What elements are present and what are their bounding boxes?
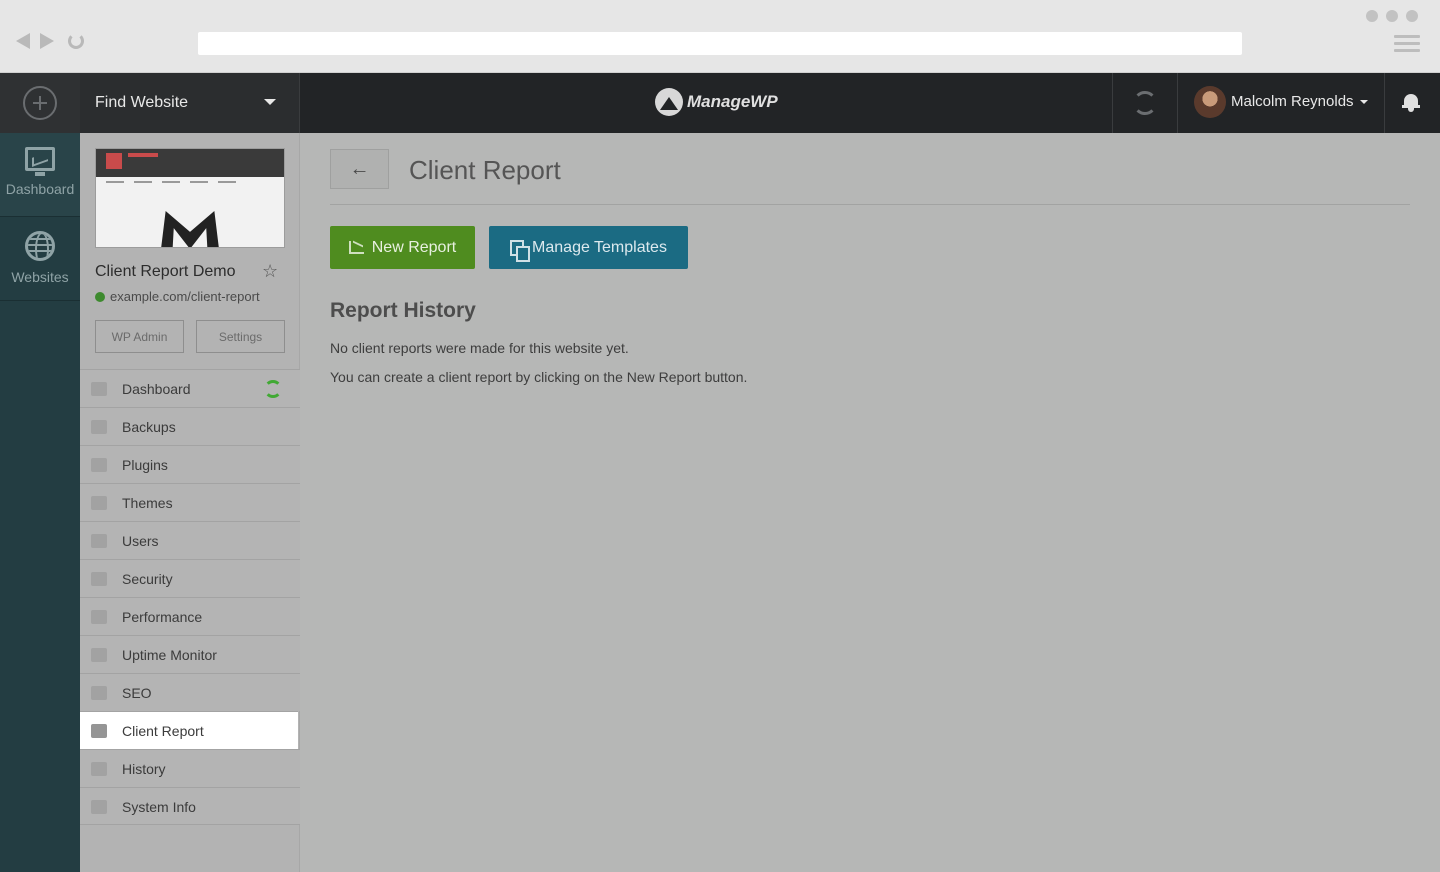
page-title: Client Report	[409, 155, 561, 185]
new-report-button[interactable]: New Report	[330, 226, 475, 269]
site-menu-item-users[interactable]: Users	[80, 521, 300, 559]
gauge-icon	[91, 610, 107, 624]
back-button[interactable]: ←	[330, 149, 389, 189]
rail-item-label: Websites	[11, 269, 69, 285]
dashboard-monitor-icon	[25, 147, 55, 176]
caret-down-icon	[1360, 100, 1368, 104]
user-icon	[91, 534, 107, 548]
menu-item-label: Plugins	[122, 457, 168, 473]
user-menu[interactable]: Malcolm Reynolds	[1178, 73, 1385, 133]
browser-nav	[16, 33, 84, 49]
backup-icon	[91, 420, 107, 434]
server-icon	[91, 800, 107, 814]
arrow-up-icon	[91, 648, 107, 662]
site-title: Client Report Demo	[95, 263, 236, 280]
menu-item-label: SEO	[122, 685, 152, 701]
site-menu-item-performance[interactable]: Performance	[80, 597, 300, 635]
brand-logo[interactable]: ManageWP	[655, 88, 778, 116]
menu-item-label: Uptime Monitor	[122, 647, 217, 663]
avatar	[1194, 86, 1226, 118]
new-report-label: New Report	[371, 238, 457, 256]
settings-button[interactable]: Settings	[196, 320, 285, 353]
caret-down-icon	[264, 99, 276, 105]
chart-icon	[91, 724, 107, 738]
left-rail: Dashboard Websites	[0, 133, 80, 872]
menu-item-label: Dashboard	[122, 381, 191, 397]
globe-icon	[25, 231, 55, 261]
site-menu-item-uptime-monitor[interactable]: Uptime Monitor	[80, 635, 300, 673]
brand-name: ManageWP	[687, 92, 778, 111]
top-bar: Find Website ManageWP Malcolm Reynolds	[0, 73, 1440, 133]
add-website-button[interactable]	[0, 73, 80, 133]
menu-item-label: Security	[122, 571, 173, 587]
menu-item-label: Themes	[122, 495, 173, 511]
refresh-icon[interactable]	[264, 380, 282, 398]
window-dots-icon	[1366, 10, 1418, 22]
shield-icon	[91, 572, 107, 586]
menu-item-label: Performance	[122, 609, 203, 625]
site-menu-item-system-info[interactable]: System Info	[80, 787, 300, 825]
megaphone-icon	[91, 686, 107, 700]
find-website-dropdown[interactable]: Find Website	[80, 73, 300, 133]
menu-item-label: System Info	[122, 799, 196, 815]
status-online-icon	[95, 291, 105, 302]
site-menu-item-security[interactable]: Security	[80, 559, 300, 597]
site-thumbnail[interactable]	[95, 148, 285, 248]
wp-admin-button[interactable]: WP Admin	[95, 320, 184, 353]
sync-button[interactable]	[1112, 73, 1178, 133]
managewp-logo-icon	[655, 88, 683, 116]
rail-item-websites[interactable]: Websites	[0, 217, 80, 301]
site-menu-item-plugins[interactable]: Plugins	[80, 445, 300, 483]
manage-templates-label: Manage Templates	[532, 238, 667, 256]
site-menu-item-history[interactable]: History	[80, 749, 300, 787]
user-name: Malcolm Reynolds	[1231, 93, 1354, 110]
site-menu-item-themes[interactable]: Themes	[80, 483, 300, 521]
site-url-text: example.com/client-report	[110, 289, 260, 304]
notifications-bell-icon[interactable]	[1402, 92, 1420, 112]
favorite-star-icon[interactable]: ☆	[262, 261, 278, 282]
manage-templates-button[interactable]: Manage Templates	[489, 226, 688, 269]
site-panel: Client Report Demo ☆ example.com/client-…	[80, 133, 300, 872]
hamburger-menu-icon[interactable]	[1394, 35, 1420, 56]
rail-item-dashboard[interactable]: Dashboard	[0, 133, 80, 217]
empty-state-hint: You can create a client report by clicki…	[330, 369, 748, 385]
main-content: ← Client Report New Report Manage Templa…	[300, 133, 1440, 872]
monitor-icon	[91, 382, 107, 396]
forward-arrow-icon[interactable]	[40, 33, 54, 49]
back-arrow-icon[interactable]	[16, 33, 30, 49]
sync-icon	[1133, 91, 1157, 115]
browser-chrome	[0, 0, 1440, 73]
plug-icon	[91, 458, 107, 472]
site-menu-item-dashboard[interactable]: Dashboard	[80, 369, 300, 407]
site-menu: Dashboard Backups Plugins Themes Users S…	[80, 369, 300, 825]
divider	[330, 204, 1410, 205]
find-website-label: Find Website	[95, 94, 189, 111]
site-menu-item-seo[interactable]: SEO	[80, 673, 300, 711]
menu-item-label: History	[122, 761, 166, 777]
menu-item-label: Backups	[122, 419, 176, 435]
empty-state-message: No client reports were made for this web…	[330, 340, 629, 356]
site-menu-item-backups[interactable]: Backups	[80, 407, 300, 445]
plus-circle-icon	[23, 86, 57, 120]
site-url[interactable]: example.com/client-report	[95, 289, 260, 304]
chart-icon	[348, 241, 364, 254]
site-menu-item-client-report[interactable]: Client Report	[80, 711, 298, 749]
copy-document-icon	[510, 239, 531, 262]
reload-icon[interactable]	[68, 33, 84, 49]
palette-icon	[91, 496, 107, 510]
address-bar[interactable]	[198, 32, 1242, 55]
rail-item-label: Dashboard	[5, 181, 75, 197]
menu-item-label: Users	[122, 533, 159, 549]
report-history-title: Report History	[330, 299, 476, 322]
clock-icon	[91, 762, 107, 776]
menu-item-label: Client Report	[122, 723, 204, 739]
